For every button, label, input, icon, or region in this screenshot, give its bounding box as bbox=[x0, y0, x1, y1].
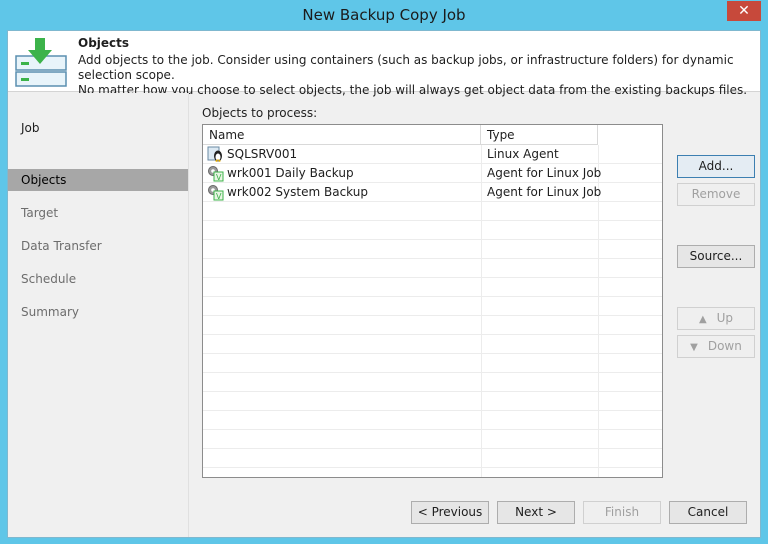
nav-item-objects[interactable]: Objects bbox=[8, 169, 188, 191]
nav-item-schedule[interactable]: Schedule bbox=[8, 268, 188, 290]
title-bar[interactable]: New Backup Copy Job ✕ bbox=[0, 0, 768, 30]
table-row[interactable]: V wrk002 System Backup Agent for Linux J… bbox=[203, 183, 662, 202]
row-type: Agent for Linux Job bbox=[487, 185, 602, 199]
row-type: Agent for Linux Job bbox=[487, 166, 602, 180]
step-header: Objects Add objects to the job. Consider… bbox=[8, 31, 760, 97]
nav-item-summary[interactable]: Summary bbox=[8, 301, 188, 323]
source-button[interactable]: Source... bbox=[677, 245, 755, 268]
linux-agent-icon bbox=[207, 146, 222, 162]
step-title: Objects bbox=[78, 36, 130, 50]
dialog-client: Objects Add objects to the job. Consider… bbox=[7, 30, 761, 538]
row-name: wrk002 System Backup bbox=[227, 185, 368, 199]
table-row[interactable]: SQLSRV001 Linux Agent bbox=[203, 145, 662, 164]
column-header-name[interactable]: Name bbox=[203, 125, 481, 145]
svg-text:V: V bbox=[216, 173, 222, 182]
agent-job-icon: V bbox=[208, 166, 224, 182]
down-button-label: Down bbox=[707, 339, 742, 353]
wizard-steps-nav: Job Objects Target Data Transfer Schedul… bbox=[8, 93, 189, 537]
row-type: Linux Agent bbox=[487, 147, 559, 161]
empty-row bbox=[203, 392, 662, 411]
add-button[interactable]: Add... bbox=[677, 155, 755, 178]
empty-row bbox=[203, 449, 662, 468]
cancel-button[interactable]: Cancel bbox=[669, 501, 747, 524]
empty-row bbox=[203, 430, 662, 449]
empty-row bbox=[203, 335, 662, 354]
agent-job-icon: V bbox=[208, 185, 224, 201]
up-button-label: Up bbox=[716, 311, 734, 325]
empty-row bbox=[203, 221, 662, 240]
nav-item-data-transfer[interactable]: Data Transfer bbox=[8, 235, 188, 257]
empty-row bbox=[203, 297, 662, 316]
table-row[interactable]: V wrk001 Daily Backup Agent for Linux Jo… bbox=[203, 164, 662, 183]
empty-row bbox=[203, 278, 662, 297]
objects-step-icon bbox=[15, 38, 67, 87]
empty-row bbox=[203, 240, 662, 259]
objects-grid[interactable]: Name Type SQLSRV001 Linux Agent V wrk001… bbox=[202, 124, 663, 478]
svg-text:V: V bbox=[216, 192, 222, 201]
arrow-down-icon: ▼ bbox=[690, 342, 698, 353]
empty-row bbox=[203, 259, 662, 278]
finish-button[interactable]: Finish bbox=[583, 501, 661, 524]
empty-row bbox=[203, 354, 662, 373]
dialog-window: New Backup Copy Job ✕ Objects Add object… bbox=[0, 0, 768, 544]
row-name: wrk001 Daily Backup bbox=[227, 166, 354, 180]
empty-row bbox=[203, 373, 662, 392]
row-name: SQLSRV001 bbox=[227, 147, 298, 161]
step-description: Add objects to the job. Consider using c… bbox=[78, 53, 758, 98]
grid-header: Name Type bbox=[203, 125, 662, 145]
nav-item-target[interactable]: Target bbox=[8, 202, 188, 224]
close-button[interactable]: ✕ bbox=[727, 1, 761, 21]
empty-row bbox=[203, 202, 662, 221]
next-button[interactable]: Next > bbox=[497, 501, 575, 524]
down-button[interactable]: ▼ Down bbox=[677, 335, 755, 358]
objects-to-process-label: Objects to process: bbox=[202, 106, 318, 120]
objects-panel: Objects to process: Name Type SQLSRV001 … bbox=[190, 93, 760, 478]
window-title: New Backup Copy Job bbox=[302, 6, 466, 24]
remove-button[interactable]: Remove bbox=[677, 183, 755, 206]
column-header-type[interactable]: Type bbox=[481, 125, 598, 145]
empty-row bbox=[203, 411, 662, 430]
empty-row bbox=[203, 316, 662, 335]
up-button[interactable]: ▲ Up bbox=[677, 307, 755, 330]
nav-item-job[interactable]: Job bbox=[8, 117, 188, 139]
description-line-1: Add objects to the job. Consider using c… bbox=[78, 53, 734, 82]
arrow-up-icon: ▲ bbox=[698, 314, 707, 325]
previous-button[interactable]: < Previous bbox=[411, 501, 489, 524]
